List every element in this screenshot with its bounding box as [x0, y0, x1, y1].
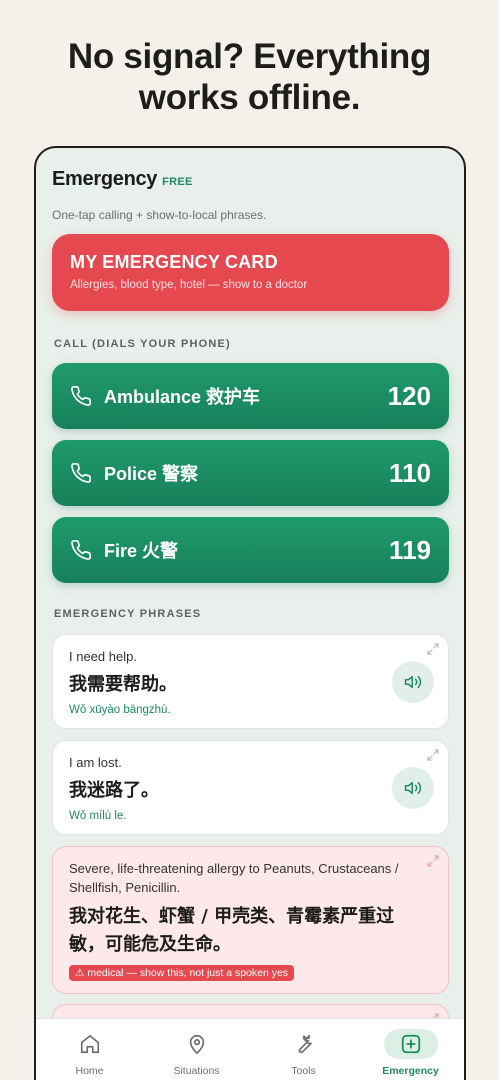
home-icon	[80, 1034, 99, 1054]
phrase-card-help[interactable]: I need help. 我需要帮助。 Wǒ xūyào bāngzhù.	[52, 634, 449, 729]
allergy-chinese-line-2: 敏，可能危及生命。	[69, 934, 231, 955]
allergy-english-line-2: Shellfish, Penicillin.	[69, 880, 181, 895]
tab-icon-wrap	[63, 1029, 117, 1059]
tab-home-label: Home	[75, 1065, 104, 1077]
call-fire-number: 119	[389, 534, 431, 565]
tab-emergency[interactable]: Emergency	[357, 1019, 464, 1080]
location-pin-icon	[189, 1034, 204, 1055]
phrases-section-label: EMERGENCY PHRASES	[54, 608, 202, 620]
call-ambulance-button[interactable]: Ambulance 救护车 120	[52, 363, 449, 429]
call-police-label: Police 警察	[104, 464, 199, 484]
call-ambulance-label: Ambulance 救护车	[104, 387, 261, 407]
medical-warning-badge: ⚠ medical — show this, not just a spoken…	[69, 965, 295, 981]
emergency-card-subtitle: Allergies, blood type, hotel — show to a…	[70, 279, 308, 291]
tab-home[interactable]: Home	[36, 1019, 143, 1080]
promo-headline: No signal? Everything works offline.	[0, 36, 499, 118]
free-badge: FREE	[162, 176, 193, 188]
phrase-card-lost[interactable]: I am lost. 我迷路了。 Wǒ mílù le.	[52, 740, 449, 835]
call-fire-label: Fire 火警	[104, 541, 179, 561]
phrase-chinese: 我迷路了。	[69, 780, 159, 801]
phone-frame: Emergency FREE One-tap calling + show-to…	[34, 146, 466, 1080]
phrase-english: I am lost.	[69, 755, 122, 770]
call-police-number: 110	[389, 457, 431, 488]
phone-icon	[71, 386, 91, 406]
speaker-icon	[404, 676, 422, 688]
call-fire-button[interactable]: Fire 火警 119	[52, 517, 449, 583]
app-screen: Emergency FREE One-tap calling + show-to…	[36, 148, 464, 1080]
speak-phrase-button[interactable]	[392, 661, 434, 703]
tab-icon-wrap	[383, 1029, 438, 1059]
bottom-tab-bar: Home Situations Tools Emergency	[36, 1018, 464, 1080]
my-emergency-card-button[interactable]: MY EMERGENCY CARD Allergies, blood type,…	[52, 234, 449, 311]
allergy-chinese-line-1: 我对花生、虾蟹 / 甲壳类、青霉素严重过	[69, 906, 395, 927]
speak-phrase-button[interactable]	[392, 767, 434, 809]
phrase-pinyin: Wǒ mílù le.	[69, 810, 127, 822]
phrase-chinese: 我需要帮助。	[69, 674, 177, 695]
phone-icon	[71, 540, 91, 560]
expand-icon[interactable]	[427, 749, 439, 761]
wrench-icon	[298, 1034, 312, 1054]
expand-icon[interactable]	[427, 643, 439, 655]
page-subtitle: One-tap calling + show-to-local phrases.	[52, 208, 267, 222]
tab-emergency-label: Emergency	[382, 1065, 439, 1077]
phrase-pinyin: Wǒ xūyào bāngzhù.	[69, 704, 171, 716]
allergy-phrase-card[interactable]: Severe, life-threatening allergy to Pean…	[52, 846, 449, 994]
speaker-icon	[404, 782, 422, 794]
tab-situations-label: Situations	[173, 1065, 220, 1077]
allergy-chinese: 我对花生、虾蟹 / 甲壳类、青霉素严重过 敏，可能危及生命。	[69, 903, 432, 959]
allergy-english-line-1: Severe, life-threatening allergy to Pean…	[69, 861, 399, 876]
phone-icon	[71, 463, 91, 483]
phrase-english: I need help.	[69, 649, 137, 664]
tab-icon-wrap	[170, 1029, 224, 1059]
headline-line-1: No signal? Everything	[67, 37, 432, 76]
allergy-english: Severe, life-threatening allergy to Pean…	[69, 859, 432, 897]
emergency-card-title: MY EMERGENCY CARD	[70, 252, 278, 272]
tab-icon-wrap	[277, 1029, 331, 1059]
app-header: Emergency FREE	[52, 168, 193, 191]
call-police-button[interactable]: Police 警察 110	[52, 440, 449, 506]
tab-tools[interactable]: Tools	[250, 1019, 357, 1080]
plus-square-icon	[401, 1034, 420, 1054]
call-section-label: CALL (DIALS YOUR PHONE)	[54, 338, 231, 350]
headline-line-2: works offline.	[138, 78, 361, 117]
expand-icon[interactable]	[427, 855, 439, 867]
tab-situations[interactable]: Situations	[143, 1019, 250, 1080]
page-title: Emergency	[52, 168, 158, 190]
tab-tools-label: Tools	[291, 1065, 316, 1077]
call-ambulance-number: 120	[387, 380, 431, 411]
